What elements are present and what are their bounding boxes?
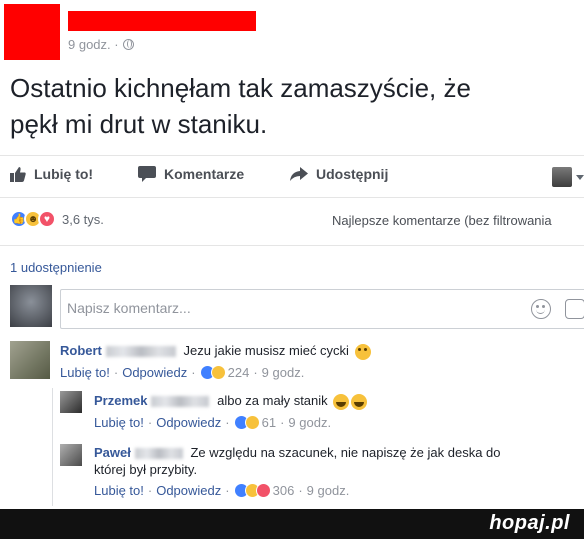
divider [0,245,584,246]
sticker-icon[interactable] [565,299,584,319]
comment-text: Jezu jakie musisz mieć cycki [183,343,349,358]
poster-name-redacted[interactable] [68,11,256,31]
comment-author[interactable]: Robert [60,343,102,358]
sad-emoji-icon [354,343,371,360]
comment-reaction-count[interactable]: 61 [262,414,276,431]
comment-input[interactable] [67,300,507,316]
laughing-emoji-icon [333,393,350,410]
globe-icon [122,39,134,50]
like-button-label: Lubię to! [34,166,94,182]
comment-text: albo za mały stanik [217,393,328,408]
divider [0,155,584,156]
comment-like-link[interactable]: Lubię to! [94,414,144,431]
comment-actions: Lubię to! · Odpowiedz · 61 · 9 godz. [94,414,332,431]
comment-text-continued: której był przybity. [94,462,198,477]
like-button[interactable]: Lubię to! [10,166,93,182]
thumbs-up-icon [10,166,26,182]
laughing-emoji-icon [351,393,368,410]
haha-reaction-icon [244,414,260,430]
comment-reply-link[interactable]: Odpowiedz [156,414,221,431]
comment-button-label: Komentarze [164,166,245,182]
watermark-logo: hopaj.pl [489,512,570,534]
emoji-picker-icon[interactable] [531,299,551,319]
love-reaction-icon [255,483,271,498]
comment-avatar[interactable] [10,341,50,379]
post-meta: 9 godz. · [68,37,134,52]
shares-count-link[interactable]: 1 udostępnienie [10,260,102,275]
divider [0,197,584,198]
comment-reply-link[interactable]: Odpowiedz [122,364,187,381]
comment-actions: Lubię to! · Odpowiedz · 306 · 9 godz. [94,482,350,499]
post-text: Ostatnio kichnęłam tak zamaszyście, że p… [10,70,570,142]
comment-button[interactable]: Komentarze [138,166,244,182]
post-text-line: Ostatnio kichnęłam tak zamaszyście, że [10,73,471,103]
comment-avatar[interactable] [60,391,82,413]
share-button-label: Udostępnij [316,166,389,182]
current-user-avatar [10,285,52,327]
reactions-summary[interactable]: 👍 ☻ ♥ 3,6 tys. [10,210,104,228]
comment-avatar[interactable] [60,444,82,466]
comment-bubble-icon [138,166,156,182]
comment-time[interactable]: 9 godz. [288,414,331,431]
post-as-avatar[interactable] [552,167,572,187]
comment-like-link[interactable]: Lubię to! [94,482,144,499]
comment: Robert Jezu jakie musisz mieć cycki Lubi… [60,342,580,381]
share-button[interactable]: Udostępnij [290,166,388,182]
post-text-line: pękł mi drut w staniku. [10,109,268,139]
comment: Przemek albo za mały stanik Lubię to! · … [94,392,574,431]
comment-reaction-count[interactable]: 306 [273,482,295,499]
post-actions-bar: Lubię to! Komentarze Udostępnij [0,158,584,194]
comment-actions: Lubię to! · Odpowiedz · 224 · 9 godz. [60,364,305,381]
comment-text: Ze względu na szacunek, nie napiszę że j… [190,445,501,460]
comment-filter-dropdown[interactable]: Najlepsze komentarze (bez filtrowania [332,213,552,228]
comment-time[interactable]: 9 godz. [307,482,350,499]
comment: Paweł Ze względu na szacunek, nie napisz… [94,444,574,499]
comment-time[interactable]: 9 godz. [262,364,305,381]
share-arrow-icon [290,167,308,181]
reply-thread-line [52,388,53,506]
comment-reply-link[interactable]: Odpowiedz [156,482,221,499]
chevron-down-icon[interactable] [576,175,584,180]
comment-reaction-count[interactable]: 224 [228,364,250,381]
love-reaction-icon: ♥ [38,210,56,228]
redacted-surname [151,396,210,408]
redacted-surname [134,448,183,460]
poster-avatar-redacted[interactable] [4,4,60,60]
redacted-surname [105,346,176,358]
comment-author[interactable]: Paweł [94,445,131,460]
comment-author[interactable]: Przemek [94,393,147,408]
reactions-count[interactable]: 3,6 tys. [62,212,104,227]
haha-reaction-icon [210,364,226,380]
post-time[interactable]: 9 godz. · [68,37,119,52]
comment-like-link[interactable]: Lubię to! [60,364,110,381]
comment-input-box[interactable] [60,289,584,329]
